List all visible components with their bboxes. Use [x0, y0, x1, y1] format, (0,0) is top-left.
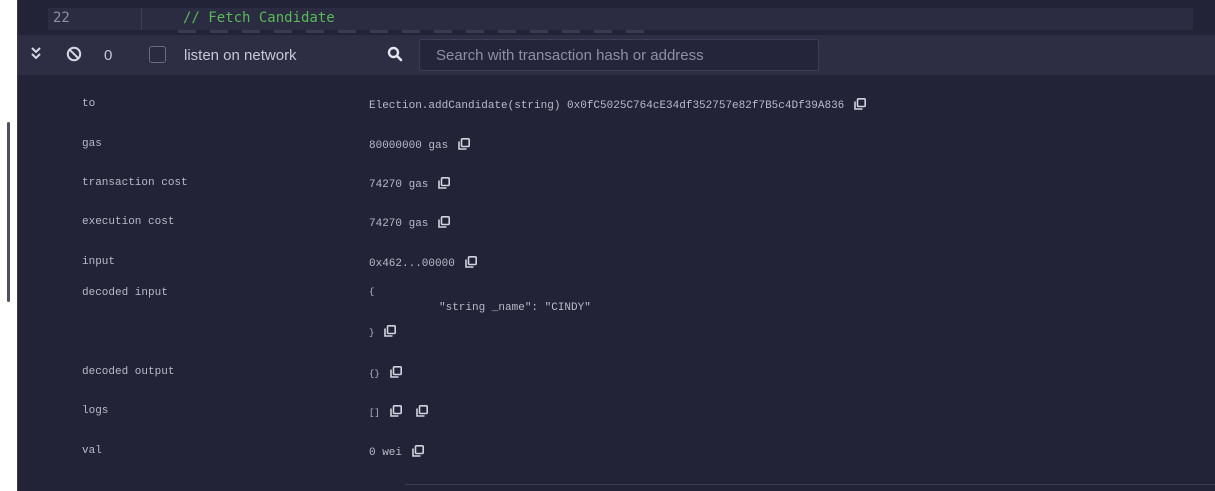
decoded-input-open-brace: {	[369, 287, 375, 297]
listen-on-network-label: listen on network	[184, 47, 297, 64]
detail-label: transaction cost	[82, 177, 188, 189]
detail-label: input	[82, 256, 116, 268]
to-value: Election.addCandidate(string) 0x0fC5025C…	[369, 100, 845, 112]
partial-code-line	[178, 30, 648, 33]
detail-value: 80000000 gas	[369, 138, 471, 152]
detail-label: logs	[82, 405, 109, 417]
copy-icon[interactable]	[384, 325, 397, 337]
table-bottom-border	[405, 484, 1215, 485]
terminal-panel: 22 // Fetch Candidate 0 listen on networ…	[18, 0, 1215, 491]
detail-label: decoded input	[82, 287, 168, 299]
scrollbar-thumb[interactable]	[7, 122, 10, 302]
detail-value: {}	[369, 366, 402, 380]
code-comment: // Fetch Candidate	[183, 10, 335, 26]
transaction-search-input[interactable]	[419, 39, 819, 71]
double-chevron-down-icon[interactable]	[30, 46, 42, 62]
pending-count: 0	[104, 47, 113, 64]
copy-icon[interactable]	[438, 216, 451, 228]
detail-label: val	[82, 445, 102, 457]
search-icon	[387, 46, 403, 64]
gutter-separator	[141, 8, 142, 30]
detail-value: 0x462...00000	[369, 256, 477, 270]
detail-label: decoded output	[82, 366, 175, 378]
decoded-input-close-brace: }	[369, 328, 375, 338]
detail-value: []	[369, 405, 428, 419]
copy-icon[interactable]	[438, 177, 451, 189]
decoded-input-value: "string _name": "CINDY"	[439, 302, 591, 314]
detail-value: }	[369, 325, 397, 339]
logs-value: []	[369, 408, 380, 418]
gas-value: 80000000 gas	[369, 140, 449, 152]
decoded-output-value: {}	[369, 369, 380, 379]
editor-strip: 22 // Fetch Candidate	[18, 0, 1215, 35]
execution-cost-value: 74270 gas	[369, 218, 429, 230]
copy-icon[interactable]	[465, 256, 477, 268]
copy-icon[interactable]	[412, 445, 425, 457]
copy-icon[interactable]	[390, 366, 402, 378]
detail-label: execution cost	[82, 216, 175, 228]
detail-value: 0 wei	[369, 445, 425, 459]
val-value: 0 wei	[369, 447, 403, 459]
detail-label: gas	[82, 138, 102, 150]
copy-icon[interactable]	[458, 138, 471, 150]
transaction-cost-value: 74270 gas	[369, 179, 429, 191]
copy-icon[interactable]	[390, 405, 402, 417]
detail-label: to	[82, 98, 96, 110]
terminal-toolbar: 0 listen on network	[18, 35, 1215, 75]
detail-value: Election.addCandidate(string) 0x0fC5025C…	[369, 98, 867, 112]
detail-value: 74270 gas	[369, 216, 451, 230]
copy-icon[interactable]	[854, 98, 867, 110]
copy-icon[interactable]	[416, 405, 428, 417]
line-number: 22	[53, 10, 70, 26]
detail-value: 74270 gas	[369, 177, 451, 191]
listen-on-network-checkbox[interactable]	[149, 46, 166, 63]
ban-icon[interactable]	[66, 46, 82, 64]
input-value: 0x462...00000	[369, 258, 455, 270]
